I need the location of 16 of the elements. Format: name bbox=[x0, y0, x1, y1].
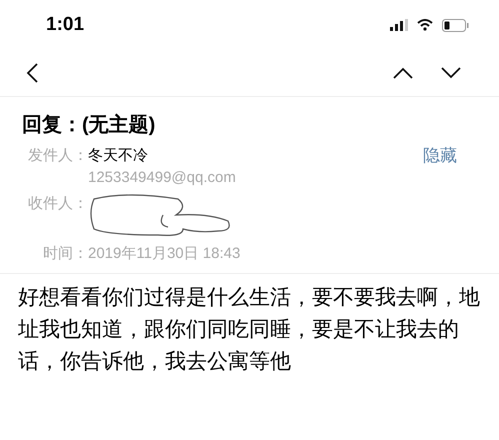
battery-icon bbox=[442, 18, 469, 32]
sender-address: 1253349499@qq.com bbox=[88, 168, 236, 188]
email-subject: 回复：(无主题) bbox=[22, 112, 156, 138]
email-body: 好想看看你们过得是什么生活，要不要我去啊，地址我也知道，跟你们同吃同睡，要是不让我去的话，你告诉他，我去公寓等他 bbox=[17, 285, 481, 375]
sent-time: 2019年11月30日 18:43 bbox=[88, 244, 240, 264]
recipient-label: 收件人： bbox=[27, 194, 88, 214]
chevron-up-icon[interactable] bbox=[393, 67, 413, 79]
time-label: 时间： bbox=[42, 244, 88, 264]
hide-link[interactable]: 隐藏 bbox=[423, 145, 477, 167]
status-time: 1:01 bbox=[46, 12, 84, 37]
sender-label: 发件人： bbox=[27, 146, 88, 166]
signal-icon bbox=[390, 19, 408, 31]
chevron-down-icon[interactable] bbox=[441, 67, 461, 79]
back-icon[interactable] bbox=[26, 63, 38, 83]
wifi-icon bbox=[417, 19, 433, 31]
sender-name: 冬天不冷 bbox=[88, 146, 148, 166]
